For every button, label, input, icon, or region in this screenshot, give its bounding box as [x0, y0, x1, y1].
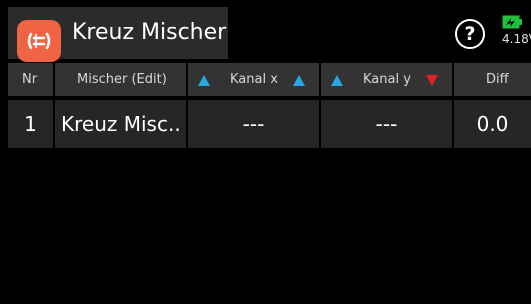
arrow-up-icon[interactable]	[293, 75, 305, 86]
top-bar: Kreuz Mischer ? 4.18V	[0, 0, 531, 62]
cell-mixer-name[interactable]: Kreuz Misc..	[55, 100, 186, 148]
column-label-channel-x: Kanal x	[230, 72, 278, 87]
table-row: 1 Kreuz Misc.. --- --- 0.0	[0, 100, 531, 148]
help-button[interactable]: ?	[455, 19, 485, 49]
column-label-diff: Diff	[486, 72, 509, 87]
cell-nr: 1	[8, 100, 53, 148]
question-icon: ?	[464, 23, 476, 45]
column-header-diff: Diff	[454, 63, 531, 96]
cell-diff[interactable]: 0.0	[454, 100, 531, 148]
table-header: Nr Mischer (Edit) Kanal x Kanal y Diff	[0, 63, 531, 96]
cell-channel-y[interactable]: ---	[321, 100, 452, 148]
page-title: Kreuz Mischer	[72, 20, 227, 45]
arrow-up-icon[interactable]	[331, 75, 343, 86]
cell-channel-x[interactable]: ---	[188, 100, 319, 148]
column-label-channel-y: Kanal y	[363, 72, 411, 87]
cross-mixer-icon	[17, 20, 61, 62]
arrow-down-icon[interactable]	[426, 75, 438, 86]
column-label-nr: Nr	[22, 72, 38, 87]
column-label-mixer: Mischer (Edit)	[77, 72, 167, 87]
column-header-channel-x[interactable]: Kanal x	[188, 63, 319, 96]
column-header-nr: Nr	[8, 63, 53, 96]
arrow-up-icon[interactable]	[198, 75, 210, 86]
battery-voltage: 4.18V	[502, 32, 531, 46]
column-header-channel-y[interactable]: Kanal y	[321, 63, 452, 96]
column-header-mixer: Mischer (Edit)	[55, 63, 186, 96]
